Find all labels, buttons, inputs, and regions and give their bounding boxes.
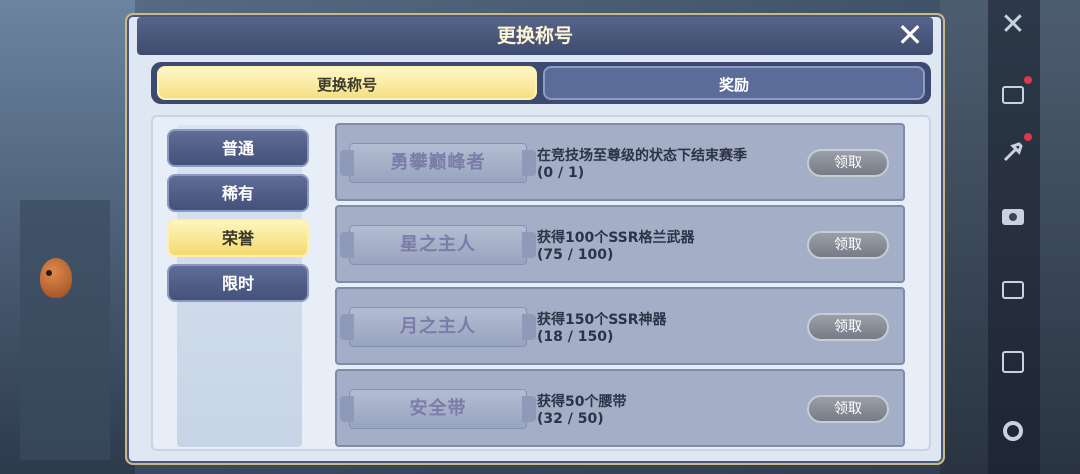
category-limited[interactable]: 限时 xyxy=(167,264,309,302)
claim-button[interactable]: 领取 xyxy=(807,149,889,177)
title-card: 勇攀巅峰者 在竞技场至尊级的状态下结束赛季 (0 / 1) 领取 xyxy=(335,123,905,201)
title-progress: (18 / 150) xyxy=(537,329,614,345)
close-button[interactable]: ✕ xyxy=(895,19,925,51)
title-ribbon: 月之主人 xyxy=(340,307,536,347)
title-card: 安全带 获得50个腰带 (32 / 50) 领取 xyxy=(335,369,905,447)
hud-sidebar xyxy=(988,0,1040,474)
title-list[interactable]: 勇攀巅峰者 在竞技场至尊级的状态下结束赛季 (0 / 1) 领取 星之主人 获得… xyxy=(335,123,907,449)
tools-icon[interactable] xyxy=(998,133,1032,167)
calendar-icon[interactable] xyxy=(998,347,1028,377)
title-ribbon: 勇攀巅峰者 xyxy=(340,143,536,183)
claim-button[interactable]: 领取 xyxy=(807,231,889,259)
title-dialog: 更换称号 ✕ 更换称号 奖励 普通 稀有 荣誉 限时 勇攀巅峰者 在竞技场至尊级… xyxy=(125,13,945,465)
battery-icon[interactable] xyxy=(998,275,1028,305)
hud-close-icon[interactable]: ✕ xyxy=(998,10,1028,40)
gear-icon[interactable] xyxy=(998,416,1028,446)
background-building xyxy=(20,200,110,460)
title-description: 获得50个腰带 xyxy=(537,394,627,410)
category-normal[interactable]: 普通 xyxy=(167,129,309,167)
claim-button[interactable]: 领取 xyxy=(807,313,889,341)
card-icon[interactable] xyxy=(998,76,1032,110)
title-card: 月之主人 获得150个SSR神器 (18 / 150) 领取 xyxy=(335,287,905,365)
tab-rewards[interactable]: 奖励 xyxy=(543,66,925,100)
tab-bar: 更换称号 奖励 xyxy=(151,62,931,104)
category-honor[interactable]: 荣誉 xyxy=(167,219,309,257)
dialog-header: 更换称号 ✕ xyxy=(137,17,933,55)
title-description: 获得100个SSR格兰武器 xyxy=(537,230,695,246)
content-area: 普通 稀有 荣誉 限时 勇攀巅峰者 在竞技场至尊级的状态下结束赛季 (0 / 1… xyxy=(151,115,931,451)
title-ribbon: 安全带 xyxy=(340,389,536,429)
creature-sprite xyxy=(40,258,72,298)
title-progress: (32 / 50) xyxy=(537,411,604,427)
title-description: 在竞技场至尊级的状态下结束赛季 xyxy=(537,148,747,164)
title-progress: (75 / 100) xyxy=(537,247,614,263)
title-card: 星之主人 获得100个SSR格兰武器 (75 / 100) 领取 xyxy=(335,205,905,283)
title-progress: (0 / 1) xyxy=(537,165,585,181)
camera-icon[interactable] xyxy=(998,202,1028,232)
tab-change-title[interactable]: 更换称号 xyxy=(157,66,537,100)
title-description: 获得150个SSR神器 xyxy=(537,312,667,328)
category-rare[interactable]: 稀有 xyxy=(167,174,309,212)
claim-button[interactable]: 领取 xyxy=(807,395,889,423)
title-ribbon: 星之主人 xyxy=(340,225,536,265)
dialog-title: 更换称号 xyxy=(496,25,573,47)
